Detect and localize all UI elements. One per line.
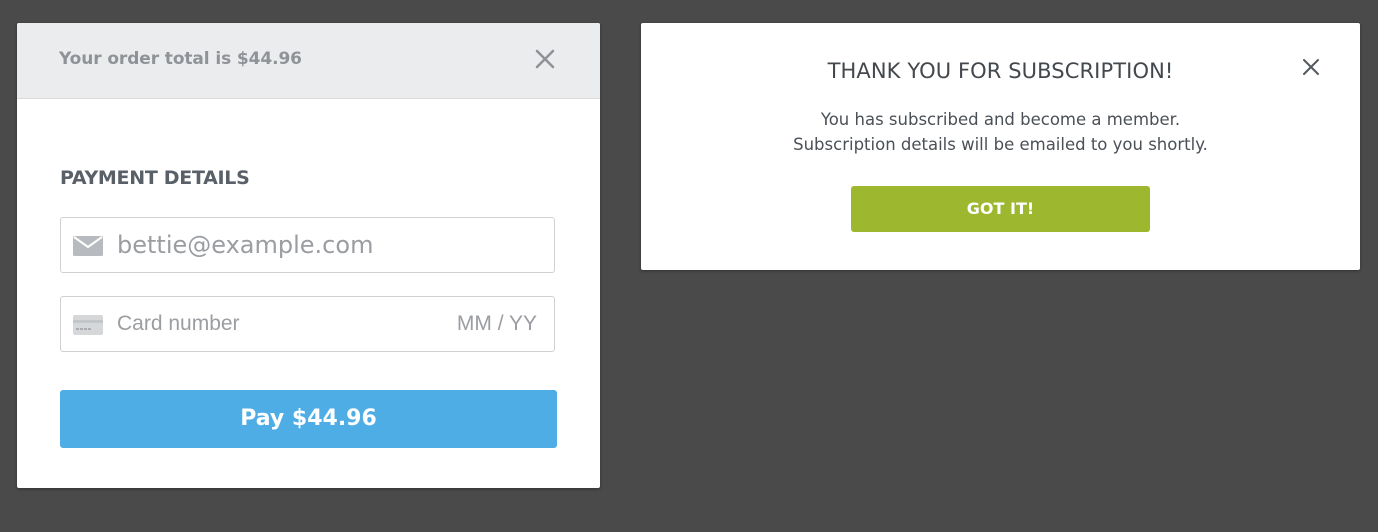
card-field[interactable] [60,296,555,352]
email-input[interactable] [117,228,537,262]
got-it-button[interactable]: GOT IT! [851,186,1150,232]
close-icon[interactable] [533,47,557,71]
payment-modal-header: Your order total is $44.96 [17,23,600,99]
card-expiry-input[interactable] [437,308,537,340]
card-number-input[interactable] [117,308,417,340]
payment-modal: Your order total is $44.96 PAYMENT DETAI… [17,23,600,488]
close-icon[interactable] [1301,57,1321,77]
email-field[interactable] [60,217,555,273]
credit-card-icon [72,314,104,336]
subscription-message-line-2: Subscription details will be emailed to … [793,135,1208,154]
subscription-title: THANK YOU FOR SUBSCRIPTION! [827,59,1174,83]
subscription-message-line-1: You has subscribed and become a member. [820,110,1181,129]
envelope-icon [72,235,104,257]
payment-details-heading: PAYMENT DETAILS [60,167,250,189]
order-total-text: Your order total is $44.96 [59,49,302,69]
subscription-modal: THANK YOU FOR SUBSCRIPTION! You has subs… [641,23,1360,270]
pay-button[interactable]: Pay $44.96 [60,390,557,448]
